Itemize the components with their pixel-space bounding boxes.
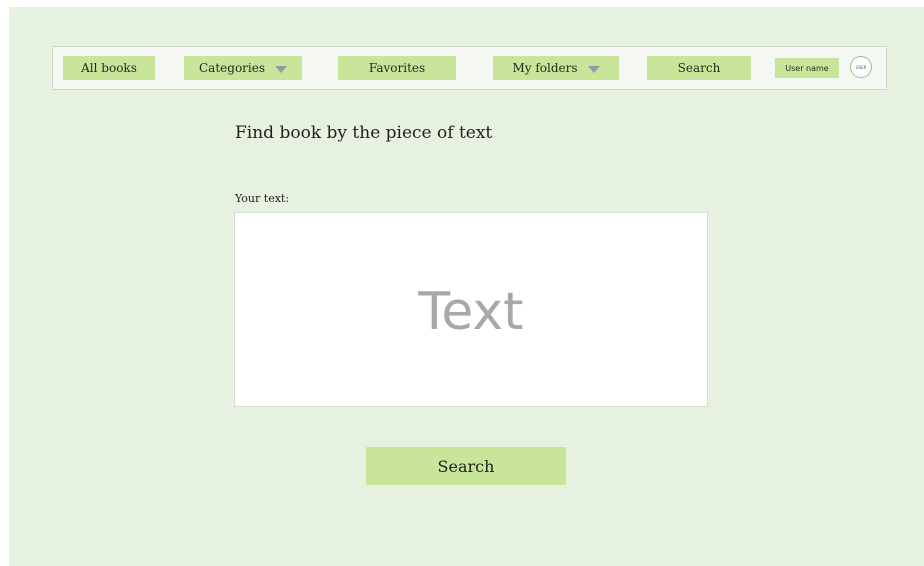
- text-field-label: Your text:: [235, 192, 290, 205]
- search-text-input[interactable]: Text: [234, 212, 708, 407]
- user-avatar-icon[interactable]: USER: [850, 56, 872, 78]
- nav-categories-dropdown[interactable]: Categories: [184, 56, 302, 80]
- search-submit-label: Search: [437, 456, 495, 476]
- top-navbar: All books Categories Favorites My folder…: [52, 46, 887, 90]
- search-submit-button[interactable]: Search: [366, 447, 566, 485]
- nav-categories-label: Categories: [199, 61, 265, 75]
- chevron-down-icon: [587, 65, 600, 73]
- nav-all-books-label: All books: [81, 61, 137, 75]
- nav-search-button[interactable]: Search: [647, 56, 751, 80]
- chevron-down-icon: [275, 65, 287, 73]
- app-canvas: All books Categories Favorites My folder…: [9, 7, 924, 566]
- avatar-label: USER: [855, 64, 867, 70]
- page-title: Find book by the piece of text: [235, 123, 493, 143]
- nav-my-folders-dropdown[interactable]: My folders: [493, 56, 619, 80]
- nav-all-books-button[interactable]: All books: [63, 56, 155, 80]
- nav-favorites-button[interactable]: Favorites: [338, 56, 456, 80]
- nav-my-folders-label: My folders: [512, 61, 578, 75]
- text-input-placeholder: Text: [418, 281, 524, 342]
- user-name-label: User name: [785, 63, 829, 73]
- nav-search-label: Search: [677, 61, 721, 75]
- nav-favorites-label: Favorites: [368, 61, 426, 75]
- user-name-button[interactable]: User name: [775, 58, 839, 78]
